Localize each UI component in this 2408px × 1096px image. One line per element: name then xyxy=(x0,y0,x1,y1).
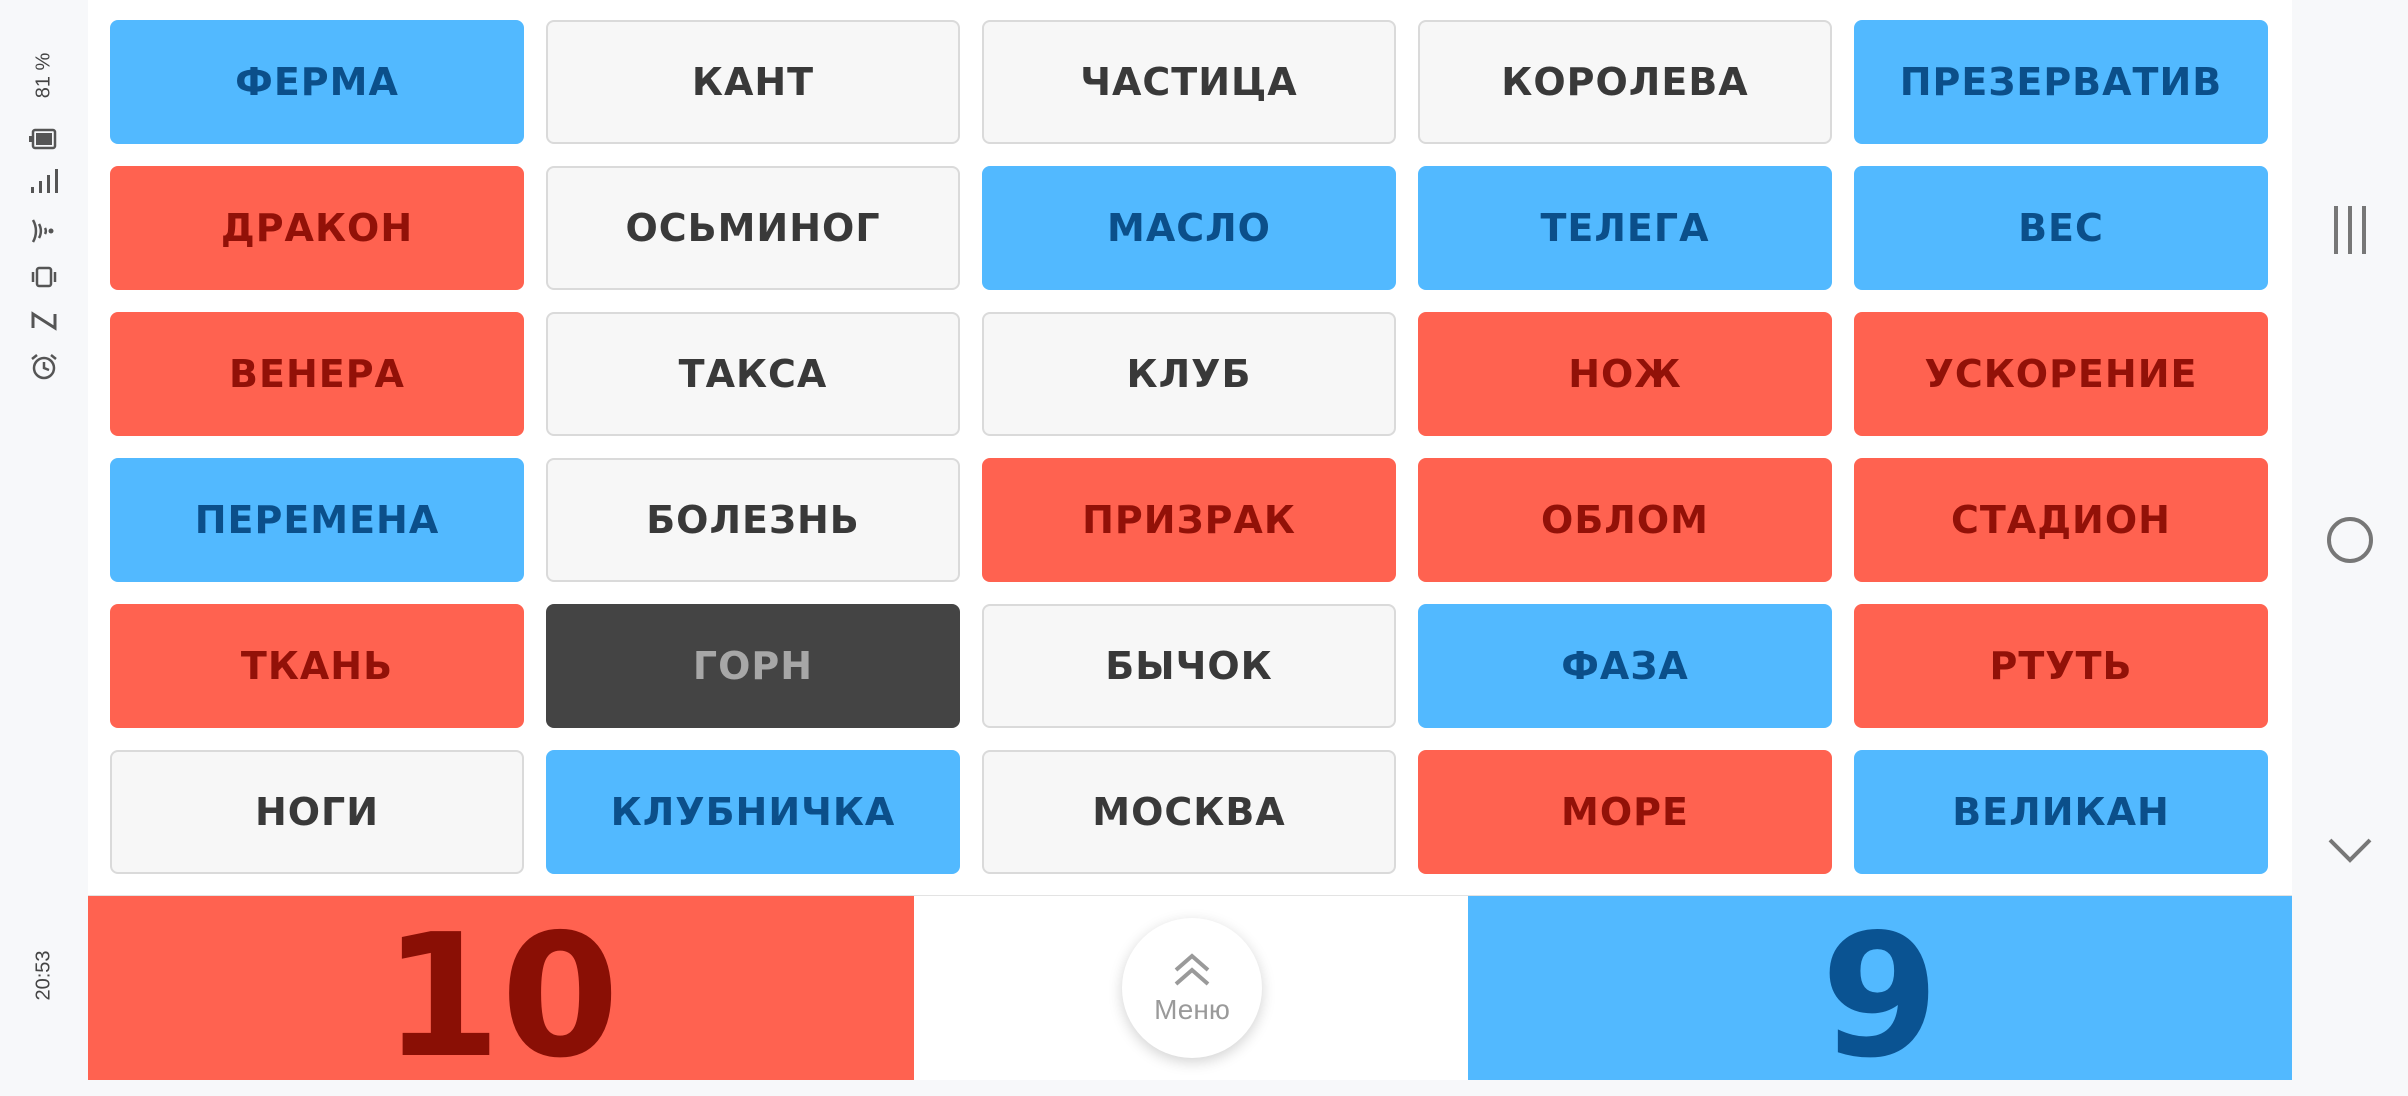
word-card[interactable]: МОРЕ xyxy=(1418,750,1832,874)
word-card[interactable]: ТКАНЬ xyxy=(110,604,524,728)
blue-team-score-panel: 9 xyxy=(1468,896,2292,1096)
wifi-icon xyxy=(28,216,60,246)
word-card[interactable]: ГОРН xyxy=(546,604,960,728)
word-card[interactable]: КАНТ xyxy=(546,20,960,144)
double-chevron-up-icon xyxy=(1174,953,1210,986)
word-card[interactable]: МАСЛО xyxy=(982,166,1396,290)
game-board-area: ФЕРМА КАНТ ЧАСТИЦА КОРОЛЕВА ПРЕЗЕРВАТИВ ДРАКО… xyxy=(88,0,2292,1096)
word-card[interactable]: ВЕЛИКАН xyxy=(1854,750,2268,874)
navigation-bar xyxy=(2292,0,2408,1080)
word-card[interactable]: НОГИ xyxy=(110,750,524,874)
word-card[interactable]: КОРОЛЕВА xyxy=(1418,20,1832,144)
menu-label: Меню xyxy=(1154,994,1230,1025)
menu-button[interactable]: Меню xyxy=(1122,918,1262,1058)
word-card[interactable]: ОСЬМИНОГ xyxy=(546,166,960,290)
word-card[interactable]: ОБЛОМ xyxy=(1418,458,1832,582)
clock: 20:53 xyxy=(32,950,55,1001)
word-card[interactable]: БЫЧОК xyxy=(982,604,1396,728)
recent-apps-icon[interactable] xyxy=(2292,190,2408,270)
red-team-score: 10 xyxy=(382,898,620,1096)
word-card[interactable]: ТЕЛЕГА xyxy=(1418,166,1832,290)
vibrate-icon xyxy=(28,262,60,292)
nfc-icon xyxy=(28,306,60,336)
word-grid: ФЕРМА КАНТ ЧАСТИЦА КОРОЛЕВА ПРЕЗЕРВАТИВ ДРАКО… xyxy=(110,20,2268,874)
word-card[interactable]: ВЕНЕРА xyxy=(110,312,524,436)
blue-team-score: 9 xyxy=(1820,898,1940,1096)
word-card[interactable]: РТУТЬ xyxy=(1854,604,2268,728)
word-card[interactable]: ПРИЗРАК xyxy=(982,458,1396,582)
word-card[interactable]: ТАКСА xyxy=(546,312,960,436)
back-chevron-icon[interactable] xyxy=(2292,810,2408,890)
word-card[interactable]: ПЕРЕМЕНА xyxy=(110,458,524,582)
word-card[interactable]: СТАДИОН xyxy=(1854,458,2268,582)
word-card[interactable]: ФАЗА xyxy=(1418,604,1832,728)
word-card[interactable]: ФЕРМА xyxy=(110,20,524,144)
status-bar: 81 % 20:53 xyxy=(0,0,88,1080)
word-card[interactable]: ЧАСТИЦА xyxy=(982,20,1396,144)
word-card[interactable]: БОЛЕЗНЬ xyxy=(546,458,960,582)
word-card[interactable]: КЛУБ xyxy=(982,312,1396,436)
battery-icon xyxy=(28,124,60,154)
word-card[interactable]: МОСКВА xyxy=(982,750,1396,874)
word-card[interactable]: ДРАКОН xyxy=(110,166,524,290)
alarm-icon xyxy=(28,352,60,382)
word-card[interactable]: ПРЕЗЕРВАТИВ xyxy=(1854,20,2268,144)
word-card[interactable]: НОЖ xyxy=(1418,312,1832,436)
home-icon[interactable] xyxy=(2292,500,2408,580)
red-team-score-panel: 10 xyxy=(88,896,914,1096)
word-card[interactable]: КЛУБНИЧКА xyxy=(546,750,960,874)
signal-icon xyxy=(28,166,60,196)
battery-percent: 81 % xyxy=(32,52,55,99)
word-card[interactable]: УСКОРЕНИЕ xyxy=(1854,312,2268,436)
word-card[interactable]: ВЕС xyxy=(1854,166,2268,290)
